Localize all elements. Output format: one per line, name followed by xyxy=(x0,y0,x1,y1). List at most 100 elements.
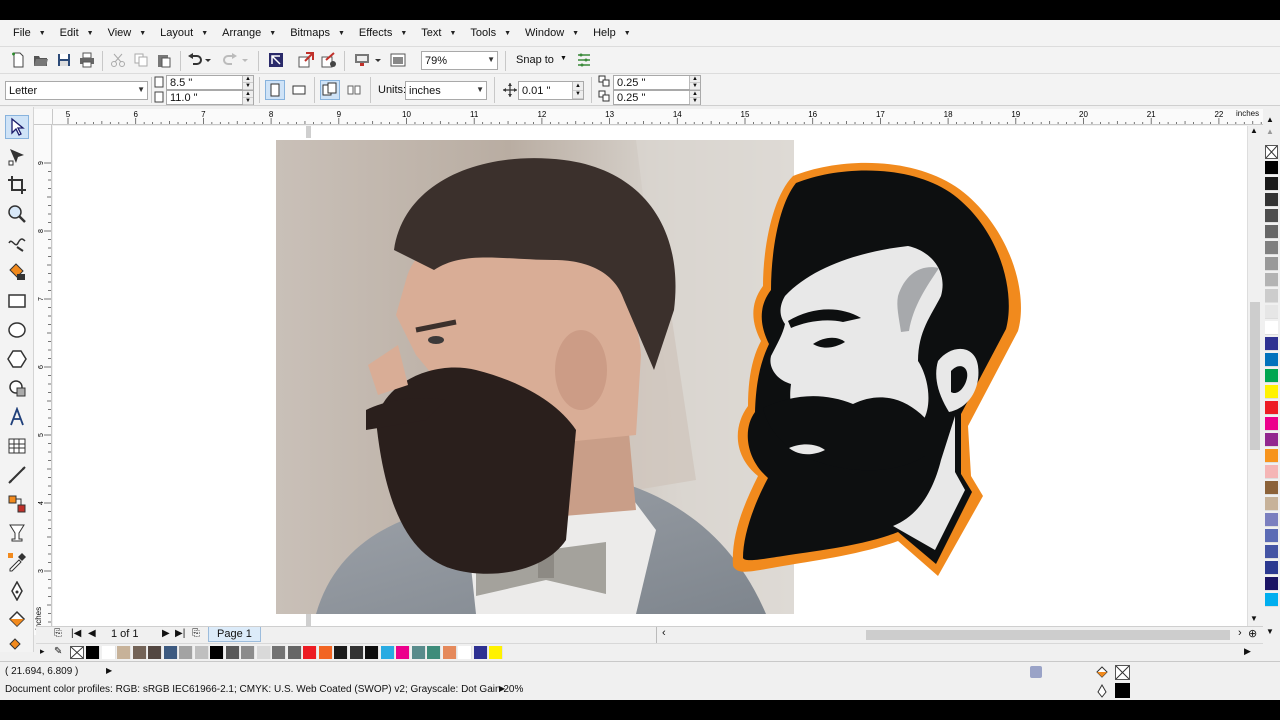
horizontal-ruler[interactable]: 5 6 7 8 9 10 11 12 13 14 15 16 17 18 19 20 21 22 inches xyxy=(53,109,1263,125)
redo-dropdown-icon[interactable] xyxy=(240,50,250,70)
freehand-tool-icon[interactable] xyxy=(5,231,29,255)
color-swatch[interactable] xyxy=(241,646,255,659)
redo-icon[interactable] xyxy=(220,50,240,70)
color-swatch[interactable] xyxy=(1265,577,1278,591)
current-page-button[interactable] xyxy=(344,80,364,100)
last-page-icon[interactable]: ▶| xyxy=(175,628,185,639)
menu-effects[interactable]: Effects ▼ xyxy=(352,23,414,43)
vertical-scrollbar[interactable]: ▼ ▲ xyxy=(1247,126,1261,626)
import-icon[interactable] xyxy=(296,50,316,70)
shape-tool-icon[interactable] xyxy=(5,144,29,168)
menu-bitmaps[interactable]: Bitmaps ▼ xyxy=(283,23,352,43)
menu-arrange[interactable]: Arrange ▼ xyxy=(215,23,283,43)
menu-layout[interactable]: Layout ▼ xyxy=(153,23,215,43)
expand-arrow-icon[interactable]: ▶ xyxy=(499,684,505,693)
color-swatch[interactable] xyxy=(1265,385,1278,399)
print-icon[interactable] xyxy=(77,50,97,70)
color-swatch[interactable] xyxy=(1265,241,1278,255)
rectangle-tool-icon[interactable] xyxy=(5,289,29,313)
expand-arrow-icon[interactable]: ▶ xyxy=(106,666,112,675)
color-swatch[interactable] xyxy=(1265,481,1278,495)
outline-color-swatch[interactable] xyxy=(1115,683,1130,698)
scroll-left-icon[interactable]: ‹ xyxy=(662,627,666,639)
color-swatch[interactable] xyxy=(86,646,100,659)
color-swatch[interactable] xyxy=(179,646,193,659)
color-swatch[interactable] xyxy=(365,646,379,659)
next-page-icon[interactable]: ▶ xyxy=(162,628,170,639)
save-icon[interactable] xyxy=(54,50,74,70)
color-proof-icon[interactable] xyxy=(1030,666,1042,678)
interactive-fill-icon[interactable] xyxy=(5,637,29,653)
color-swatch[interactable] xyxy=(396,646,410,659)
color-swatch[interactable] xyxy=(1265,433,1278,447)
menu-edit[interactable]: Edit ▼ xyxy=(53,23,101,43)
portrait-button[interactable] xyxy=(265,80,285,100)
menu-text[interactable]: Text ▼ xyxy=(414,23,463,43)
eyedropper-icon[interactable]: ✎ xyxy=(54,646,62,657)
palette-arrow-icon[interactable]: ▸ xyxy=(40,646,45,657)
color-swatch[interactable] xyxy=(1265,177,1278,191)
fill-tool-icon[interactable] xyxy=(5,608,29,632)
page-size-dropdown[interactable]: Letter ▼ xyxy=(5,81,148,100)
bearded-man-logo[interactable] xyxy=(693,156,1033,596)
color-swatch[interactable] xyxy=(1265,417,1278,431)
open-folder-icon[interactable] xyxy=(31,50,51,70)
horizontal-scroll-thumb[interactable] xyxy=(866,630,1230,640)
color-swatch[interactable] xyxy=(210,646,224,659)
color-swatch[interactable] xyxy=(1265,449,1278,463)
eyedropper-tool-icon[interactable] xyxy=(5,550,29,574)
color-swatch[interactable] xyxy=(1265,513,1278,527)
menu-help[interactable]: Help ▼ xyxy=(586,23,638,43)
color-swatch[interactable] xyxy=(1265,225,1278,239)
basic-shapes-icon[interactable] xyxy=(5,376,29,400)
color-swatch[interactable] xyxy=(427,646,441,659)
palette-menu-icon[interactable]: ▲ xyxy=(1266,127,1274,136)
menu-file[interactable]: File ▼ xyxy=(6,23,53,43)
palette-scroll-up-icon[interactable]: ▲ xyxy=(1266,115,1274,124)
color-swatch[interactable] xyxy=(1265,401,1278,415)
menu-window[interactable]: Window ▼ xyxy=(518,23,586,43)
search-content-icon[interactable] xyxy=(266,50,286,70)
chevron-down-icon[interactable]: ▼ xyxy=(560,55,567,62)
color-swatch[interactable] xyxy=(1265,161,1278,175)
crop-tool-icon[interactable] xyxy=(5,173,29,197)
color-swatch[interactable] xyxy=(117,646,131,659)
fill-color-none-swatch[interactable] xyxy=(1115,665,1130,680)
color-swatch[interactable] xyxy=(1265,545,1278,559)
color-swatch[interactable] xyxy=(1265,273,1278,287)
color-swatch[interactable] xyxy=(1265,465,1278,479)
menu-view[interactable]: View ▼ xyxy=(101,23,154,43)
export-icon[interactable] xyxy=(319,50,339,70)
color-swatch[interactable] xyxy=(194,646,209,659)
color-swatch[interactable] xyxy=(287,646,302,659)
scroll-up-icon[interactable]: ▲ xyxy=(1250,126,1258,135)
vertical-ruler[interactable]: 9876543 inches xyxy=(34,125,52,635)
color-swatch[interactable] xyxy=(225,646,240,659)
blend-tool-icon[interactable] xyxy=(5,521,29,545)
color-swatch[interactable] xyxy=(1265,497,1278,511)
color-swatch[interactable] xyxy=(256,646,271,659)
color-swatch[interactable] xyxy=(473,646,488,659)
color-swatch[interactable] xyxy=(1265,529,1278,543)
palette-scroll-right-icon[interactable]: ▶ xyxy=(1244,646,1251,657)
publish-pdf-icon[interactable] xyxy=(352,50,372,70)
color-swatch[interactable] xyxy=(318,646,333,659)
scroll-down-icon[interactable]: ▼ xyxy=(1250,614,1258,623)
color-swatch[interactable] xyxy=(272,646,286,659)
launcher-icon[interactable] xyxy=(388,50,408,70)
color-swatch[interactable] xyxy=(1265,257,1278,271)
ruler-origin[interactable] xyxy=(34,109,53,125)
page-tab[interactable]: Page 1 xyxy=(208,627,261,642)
page-height-input[interactable]: 11.0 " ▲ ▼ xyxy=(166,90,254,105)
color-swatch[interactable] xyxy=(411,646,426,659)
color-swatch[interactable] xyxy=(442,646,457,659)
undo-icon[interactable] xyxy=(185,50,205,70)
paste-icon[interactable] xyxy=(154,50,174,70)
publish-dropdown-icon[interactable] xyxy=(373,50,383,70)
color-swatch[interactable] xyxy=(1265,193,1278,207)
polygon-tool-icon[interactable] xyxy=(5,347,29,371)
cut-icon[interactable] xyxy=(108,50,128,70)
text-tool-icon[interactable] xyxy=(5,405,29,429)
color-swatch[interactable] xyxy=(1265,337,1278,351)
page-width-input[interactable]: 8.5 " ▲ ▼ xyxy=(166,75,254,90)
